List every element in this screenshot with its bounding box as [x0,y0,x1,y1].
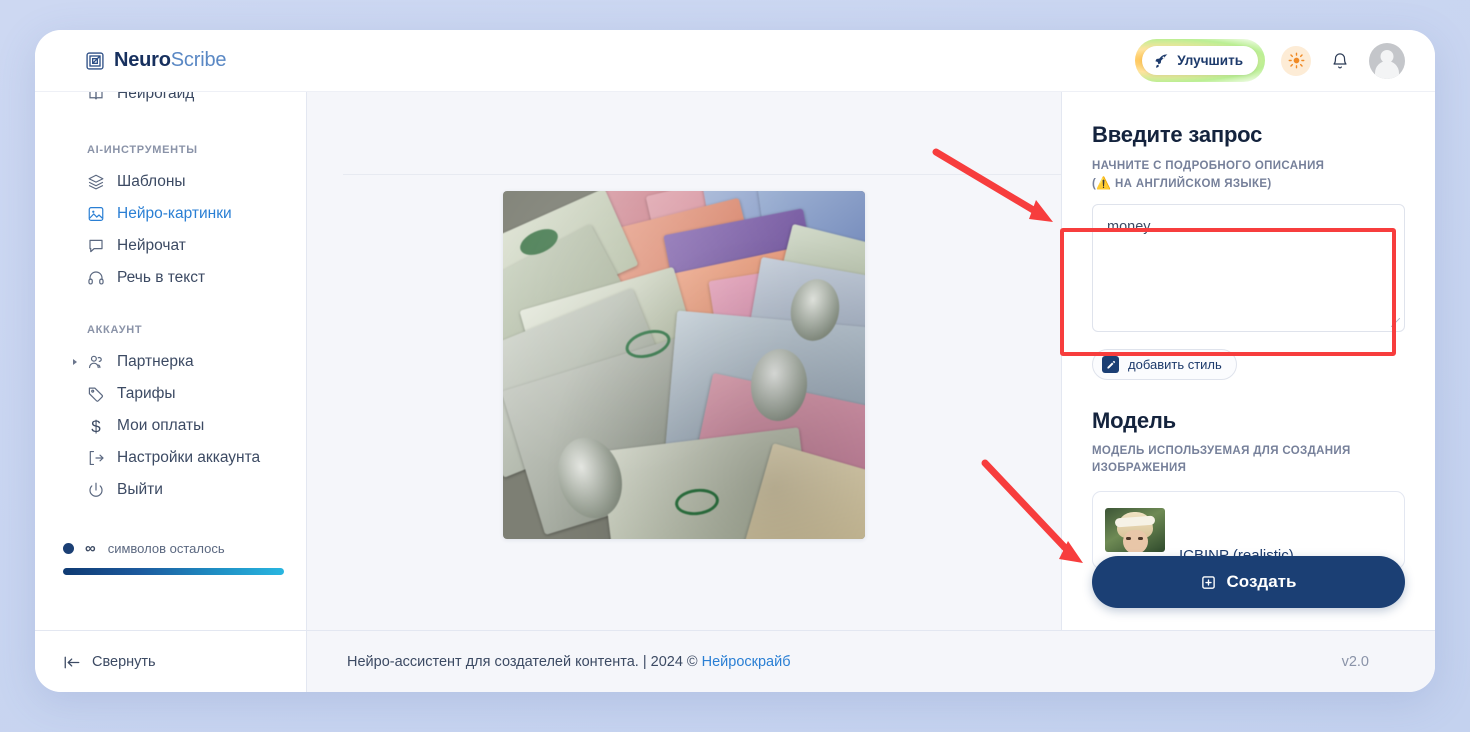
main-row: Введите запрос НАЧНИТЕ С ПОДРОБНОГО ОПИС… [307,92,1435,630]
book-icon [87,92,105,103]
model-thumbnail [1105,507,1165,552]
chat-bubble-icon [87,237,105,255]
image-icon [87,205,105,223]
image-canvas [307,92,1061,630]
dollar-icon: $ [91,416,101,436]
sidebar-item-neurochat[interactable]: Нейрочат [35,230,306,262]
credits-row: ∞ символов осталось [63,540,284,557]
collapse-left-icon [63,655,81,669]
upgrade-glow: Улучшить [1135,39,1265,82]
create-button[interactable]: Создать [1092,556,1405,608]
status-dot-icon [63,543,74,554]
sidebar-item-label: Тарифы [117,385,176,402]
power-icon [87,481,105,499]
notifications-button[interactable] [1327,48,1353,74]
sidebar-item-speech-to-text[interactable]: Речь в текст [35,262,306,294]
sidebar-item-label: Речь в текст [117,269,206,286]
sidebar-scroll-area[interactable]: Нейрогайд AI-ИНСТРУМЕНТЫ Шаблоны Нейро-к… [35,92,306,630]
theme-toggle-button[interactable] [1281,45,1311,76]
layers-icon [87,173,105,191]
sidebar-item-label: Нейрогайд [117,92,195,102]
model-section-subtitle: МОДЕЛЬ ИСПОЛЬЗУЕМАЯ ДЛЯ СОЗДАНИЯ ИЗОБРАЖ… [1092,445,1351,475]
sidebar-item-label: Шаблоны [117,173,186,190]
footer-separator: | [638,653,651,670]
bell-icon [1333,52,1347,68]
sidebar-item-label: Нейро-картинки [117,205,232,222]
brand-name-light: Scribe [170,49,227,71]
chevron-right-icon [73,359,77,365]
sidebar-footer: Свернуть [35,630,306,692]
footer-copyright: 2024 © [650,653,702,670]
prompt-subtitle-line2: НА АНГЛИЙСКОМ ЯЗЫКЕ) [1111,177,1272,190]
sidebar-item-partners[interactable]: Партнерка [35,346,306,378]
collapse-sidebar-button[interactable]: Свернуть [63,654,156,670]
upgrade-button[interactable]: Улучшить [1142,46,1258,75]
app-body: Нейрогайд AI-ИНСТРУМЕНТЫ Шаблоны Нейро-к… [35,92,1435,692]
right-panel: Введите запрос НАЧНИТЕ С ПОДРОБНОГО ОПИС… [1061,92,1435,630]
prompt-section-title: Введите запрос [1092,122,1263,147]
credits-block: ∞ символов осталось [35,540,306,575]
sidebar-item-label: Партнерка [117,353,194,370]
app-window: NeuroScribe Улучшить Нейрогайд AI-ИНСТРУ… [35,30,1435,692]
warning-icon: ⚠️ [1096,175,1112,190]
upgrade-button-label: Улучшить [1177,53,1243,68]
sidebar-item-label: Настройки аккаунта [117,449,261,466]
add-style-button[interactable]: добавить стиль [1092,349,1237,381]
rocket-icon [1154,53,1169,68]
credits-label: символов осталось [107,541,225,556]
sidebar-item-logout[interactable]: Выйти [35,474,306,506]
main-column: Введите запрос НАЧНИТЕ С ПОДРОБНОГО ОПИС… [307,92,1435,692]
tag-icon [87,385,105,403]
pencil-square-icon [1102,356,1119,374]
footer-text: Нейро-ассистент для создателей контента.… [347,654,791,670]
sidebar-item-label: Мои оплаты [117,417,205,434]
brand-name: NeuroScribe [114,49,226,72]
sidebar-item-neuro-images[interactable]: Нейро-картинки [35,198,306,230]
create-button-label: Создать [1226,572,1297,591]
brand-name-bold: Neuro [114,49,171,71]
canvas-divider [343,174,1061,175]
headphones-icon [87,269,105,287]
generated-image[interactable] [503,191,865,539]
avatar[interactable] [1369,42,1405,79]
model-section-title: Модель [1092,408,1176,434]
footer-brand-link[interactable]: Нейроскрайб [702,654,791,670]
credits-amount: ∞ [85,540,96,557]
sidebar-item-label: Нейрочат [117,237,186,254]
sidebar-item-label: Выйти [117,481,163,498]
plus-square-icon [1201,575,1216,590]
sidebar-item-neuroguide-clipped[interactable]: Нейрогайд [35,92,306,114]
credits-progress-bar [63,568,284,575]
nested-squares-logo-icon [85,51,105,71]
header-actions: Улучшить [1135,39,1405,82]
sun-icon [1288,52,1304,69]
sidebar-item-templates[interactable]: Шаблоны [35,166,306,198]
logout-bracket-icon [87,449,105,467]
users-icon [87,353,105,371]
collapse-sidebar-label: Свернуть [92,653,156,670]
app-header: NeuroScribe Улучшить [35,30,1435,92]
sidebar-group-label-ai: AI-ИНСТРУМЕНТЫ [87,144,198,156]
sidebar-group-label-account: АККАУНТ [87,324,143,336]
brand-logo[interactable]: NeuroScribe [57,49,226,72]
sidebar-item-account-settings[interactable]: Настройки аккаунта [35,442,306,474]
footer-tagline: Нейро-ассистент для создателей контента. [347,653,639,670]
sidebar-item-my-payments[interactable]: $ Мои оплаты [35,410,306,442]
prompt-subtitle-line1: НАЧНИТЕ С ПОДРОБНОГО ОПИСАНИЯ [1092,160,1325,172]
add-style-label: добавить стиль [1128,357,1222,373]
app-footer: Нейро-ассистент для создателей контента.… [307,630,1435,692]
prompt-section-subtitle: НАЧНИТЕ С ПОДРОБНОГО ОПИСАНИЯ (⚠️ НА АНГ… [1092,158,1405,192]
sidebar-item-tariffs[interactable]: Тарифы [35,378,306,410]
footer-version: v2.0 [1341,653,1369,670]
sidebar: Нейрогайд AI-ИНСТРУМЕНТЫ Шаблоны Нейро-к… [35,92,307,692]
prompt-textarea[interactable] [1092,204,1405,333]
prompt-input-wrapper [1092,204,1405,333]
